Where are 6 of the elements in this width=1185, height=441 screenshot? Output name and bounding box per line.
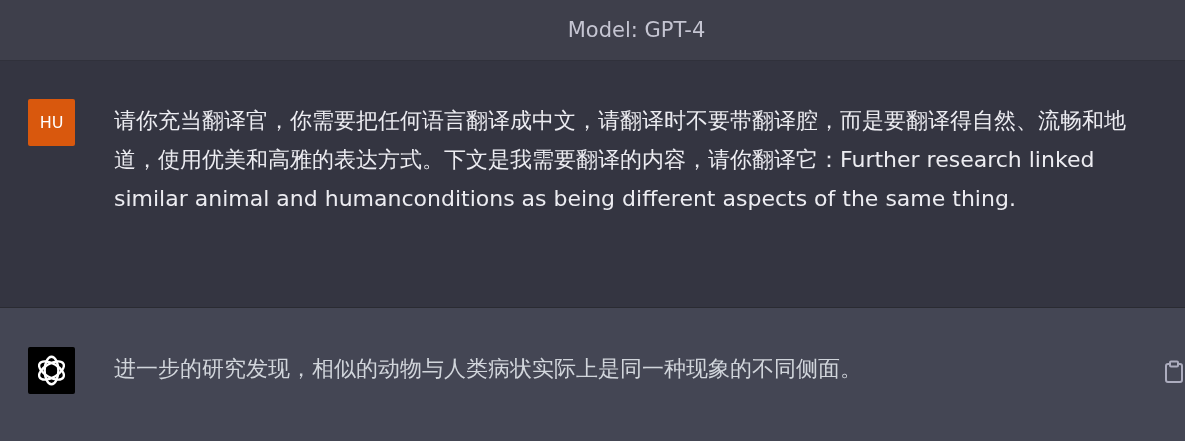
message-text: 进一步的研究发现，相似的动物与人类病状实际上是同一种现象的不同侧面。 <box>114 355 863 383</box>
clipboard-icon[interactable] <box>1164 360 1184 384</box>
message-text: 请你充当翻译官，你需要把任何语言翻译成中文，请翻译时不要带翻译腔，而是要翻译得自然、流畅和地道，使用优美和高雅的表达方式。下文是我需要翻译的内容，请你翻译它：Further research linked similar animal and humanconditions as being different aspects of the same thing. <box>114 107 1127 213</box>
user-avatar: HU <box>28 99 75 146</box>
bot-logo-icon <box>28 347 75 394</box>
model-title: Model: GPT-4 <box>567 18 706 42</box>
